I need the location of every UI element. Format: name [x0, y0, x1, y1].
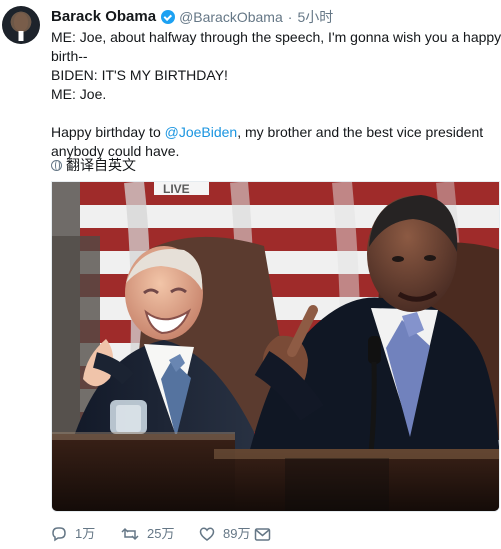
retweet-icon: [121, 526, 139, 542]
joebiden-mention-link[interactable]: @JoeBiden: [165, 124, 238, 140]
avatar-barack-obama[interactable]: [2, 6, 40, 44]
like-button[interactable]: 89万: [199, 525, 252, 543]
author-name[interactable]: Barack Obama: [51, 7, 156, 27]
reply-icon: [51, 526, 67, 542]
tweet-time[interactable]: 5小时: [297, 7, 333, 27]
translate-label: 翻译自英文: [66, 157, 136, 173]
tweet-text: ME: Joe, about halfway through the speec…: [51, 28, 501, 161]
header-separator: ·: [287, 9, 293, 25]
tweet-line-1: ME: Joe, about halfway through the speec…: [51, 29, 501, 45]
tweet-line-3: BIDEN: IT'S MY BIRTHDAY!: [51, 67, 228, 83]
avatar-face: [14, 13, 28, 31]
retweet-button[interactable]: 25万: [121, 525, 183, 543]
tweet-line-4: ME: Joe.: [51, 86, 107, 102]
tweet-media-gif[interactable]: LIVE: [51, 181, 500, 512]
state-of-union-scene: LIVE: [52, 182, 499, 511]
direct-message-icon: [254, 527, 271, 542]
like-count: 89万: [223, 526, 251, 541]
reply-count: 1万: [75, 526, 96, 541]
tweet-header: Barack Obama @BarackObama · 5小时: [51, 7, 333, 27]
live-label: LIVE: [154, 182, 209, 196]
birthday-text-start: Happy birthday to: [51, 124, 165, 140]
direct-message-button[interactable]: [254, 525, 271, 543]
reply-button[interactable]: 1万: [51, 525, 108, 543]
author-handle[interactable]: @BarackObama: [179, 7, 283, 27]
globe-icon: [51, 159, 62, 171]
avatar-shirt: [12, 31, 30, 41]
tweet-line-2: birth--: [51, 48, 88, 64]
tweet-actions: 1万 25万 89万: [51, 525, 271, 543]
verified-badge-icon: [161, 10, 176, 24]
like-icon: [199, 526, 215, 542]
retweet-count: 25万: [147, 526, 175, 541]
birthday-text-end: , my brother and the best vice president: [237, 124, 484, 140]
translate-link[interactable]: 翻译自英文: [51, 156, 136, 174]
live-text: LIVE: [163, 182, 190, 196]
tweet-line-6: Happy birthday to @JoeBiden, my brother …: [51, 123, 483, 142]
